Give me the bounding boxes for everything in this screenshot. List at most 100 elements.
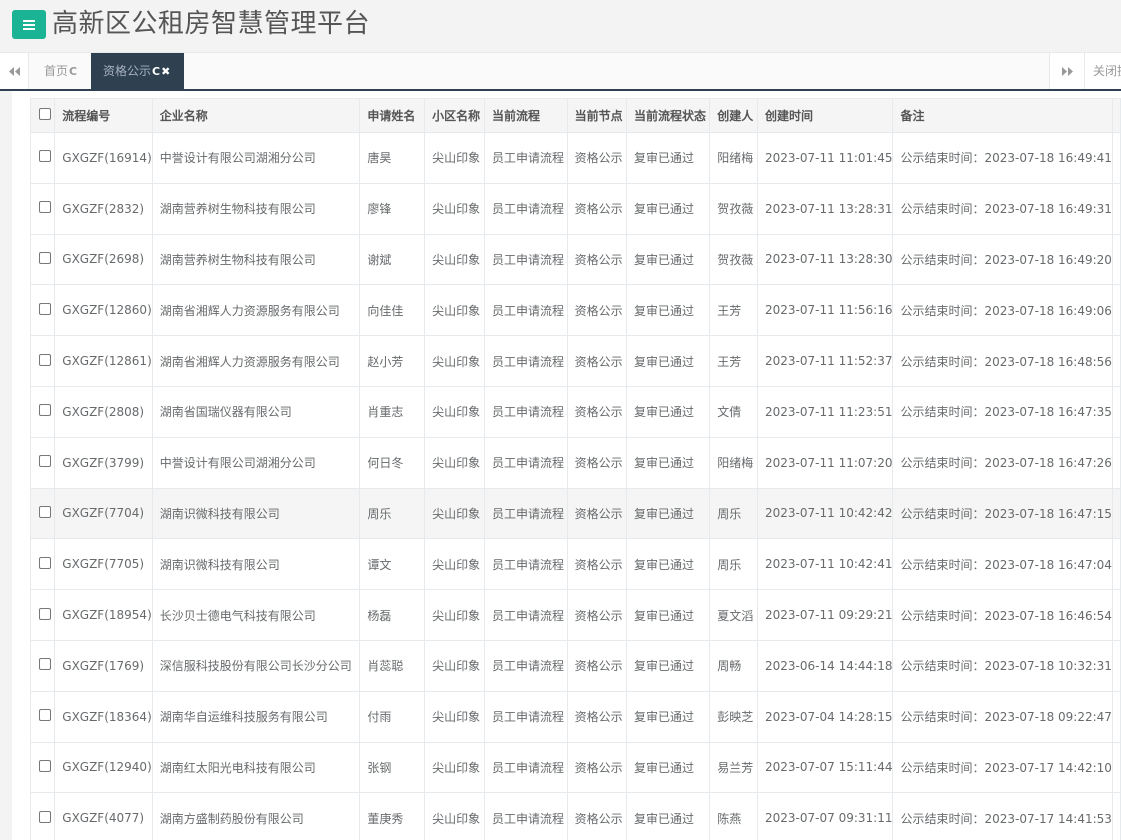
row-select-cell <box>29 589 56 641</box>
column-header[interactable]: 企业名称 <box>151 98 361 133</box>
row-checkbox[interactable] <box>39 302 51 315</box>
table-cell: 付雨 <box>359 690 426 743</box>
table-row[interactable]: GXGZF(2808) 湖南省国瑞仪器有限公司 肖重志 尖山印象 员工申请流程 资格公示复… <box>29 385 1121 438</box>
table-cell: 资格公示 <box>566 690 627 743</box>
table-cell: 湖南省国瑞仪器有限公司 <box>151 385 361 438</box>
column-header[interactable]: 当前流程状态 <box>625 98 711 133</box>
tab-qualification-notice[interactable]: 资格公示C✖ <box>91 53 184 89</box>
tab-home[interactable]: 首页C <box>30 53 91 89</box>
row-checkbox[interactable] <box>39 505 51 518</box>
table-cell: 员工申请流程 <box>483 233 568 286</box>
row-checkbox[interactable] <box>39 150 51 163</box>
row-checkbox[interactable] <box>39 607 51 620</box>
row-select-cell <box>29 233 56 286</box>
row-checkbox[interactable] <box>39 353 51 366</box>
column-header[interactable]: 申请姓名 <box>359 98 426 133</box>
table-cell: 复审已通过 <box>625 741 711 794</box>
table-header-row: 流程编号 企业名称 申请姓名 小区名称 当前流程 当前节点 当前流程状态 创建人… <box>29 98 1121 133</box>
table-cell: 复审已通过 <box>625 589 711 641</box>
table-cell: GXGZF(2832) <box>54 182 153 235</box>
table-row[interactable]: GXGZF(7704) 湖南识微科技有限公司 周乐 尖山印象 员工申请流程 资格公示 复审已… <box>29 487 1121 540</box>
table-cell: 员工申请流程 <box>483 284 568 337</box>
refresh-icon[interactable]: C <box>69 65 77 78</box>
table-cell: 2023-07-11 11:56:16 <box>757 284 894 337</box>
table-cell: 尖山印象 <box>424 690 485 743</box>
row-select-cell <box>29 385 56 438</box>
close-operations-button[interactable]: 关闭操作 <box>1084 53 1121 89</box>
menu-toggle-button[interactable] <box>12 10 46 39</box>
column-header[interactable]: 当前节点 <box>566 98 627 133</box>
table-row[interactable]: GXGZF(7705) 湖南识微科技有限公司 谭文 尖山印象 员工申请流程 资格公示 复审已… <box>29 538 1121 591</box>
table-cell: 中誉设计有限公司湖湘分公司 <box>151 132 361 184</box>
row-checkbox[interactable] <box>39 810 51 823</box>
table-cell: 2023-07-04 14:28:15 <box>757 690 894 743</box>
table-cell: 2023-07-11 11:52:37 <box>757 335 894 387</box>
select-all-checkbox[interactable] <box>39 108 51 120</box>
table-row[interactable]: GXGZF(18364) 湖南华自运维科技服务有限公司 付雨 尖山印象 员工申请流程 资格… <box>29 690 1121 743</box>
table-row[interactable]: GXGZF(16914) 中誉设计有限公司湖湘分公司 唐昊 尖山印象 员工申请流程 资格公… <box>29 132 1121 184</box>
column-header[interactable]: 备注 <box>892 98 1113 133</box>
table-cell-extra <box>1111 792 1121 840</box>
table-row[interactable]: GXGZF(12940) 湖南红太阳光电科技有限公司 张钢 尖山印象 员工申请流程 资格公… <box>29 741 1121 794</box>
row-checkbox[interactable] <box>39 556 51 569</box>
table-cell: 2023-07-11 10:42:41 <box>757 538 894 591</box>
table-cell: 张钢 <box>359 741 426 794</box>
table-cell: 董庚秀 <box>359 792 426 840</box>
tab-home-label: 首页 <box>44 64 69 78</box>
table-cell: 2023-07-11 09:29:21 <box>757 589 894 641</box>
table-cell: 肖蕊聪 <box>359 639 426 692</box>
row-select-cell <box>29 487 56 540</box>
table-row[interactable]: GXGZF(3799) 中誉设计有限公司湖湘分公司 何日冬 尖山印象 员工申请流程 资格公… <box>29 436 1121 489</box>
table-row[interactable]: GXGZF(12860) 湖南省湘辉人力资源服务有限公司 向佳佳 尖山印象 员工申请流程… <box>29 284 1121 337</box>
table-cell: 资格公示 <box>566 132 627 184</box>
table-cell: GXGZF(12861) <box>54 335 153 387</box>
table-row[interactable]: GXGZF(2832) 湖南营养树生物科技有限公司 廖锋 尖山印象 员工申请流程 资格公示… <box>29 182 1121 235</box>
table-cell: 员工申请流程 <box>483 436 568 489</box>
table-row[interactable]: GXGZF(12861) 湖南省湘辉人力资源服务有限公司 赵小芳 尖山印象 员工申请流程… <box>29 335 1121 387</box>
row-checkbox[interactable] <box>39 709 51 722</box>
table-cell: 公示结束时间：2023-07-18 09:22:47 <box>892 690 1113 743</box>
row-checkbox[interactable] <box>39 759 51 772</box>
column-header[interactable]: 创建人 <box>709 98 759 133</box>
column-header[interactable]: 小区名称 <box>424 98 485 133</box>
table-row[interactable]: GXGZF(18954) 长沙贝士德电气科技有限公司 杨磊 尖山印象 员工申请流程 资格公… <box>29 589 1121 641</box>
close-icon[interactable]: ✖ <box>161 65 170 78</box>
table-cell: GXGZF(12860) <box>54 284 153 337</box>
table-row[interactable]: GXGZF(4077) 湖南方盛制药股份有限公司 董庚秀 尖山印象 员工申请流程 资格公示… <box>29 792 1121 840</box>
table-cell: 阳绪梅 <box>709 132 759 184</box>
table-cell: 资格公示 <box>566 385 627 438</box>
table-cell: 复审已通过 <box>625 436 711 489</box>
refresh-icon[interactable]: C <box>152 65 160 78</box>
row-select-cell <box>29 284 56 337</box>
table-cell: 员工申请流程 <box>483 690 568 743</box>
table-cell: 尖山印象 <box>424 284 485 337</box>
row-select-cell <box>29 182 56 235</box>
row-select-cell <box>29 132 56 184</box>
tab-bar: 首页C 资格公示C✖ 关闭操作 <box>0 53 1121 91</box>
table-cell: 周乐 <box>709 487 759 540</box>
table-cell: GXGZF(3799) <box>54 436 153 489</box>
table-cell: 公示结束时间：2023-07-17 14:42:10 <box>892 741 1113 794</box>
table-cell: 廖锋 <box>359 182 426 235</box>
tab-scroll-left-button[interactable] <box>0 53 29 89</box>
row-checkbox[interactable] <box>39 404 51 417</box>
table-cell: 复审已通过 <box>625 284 711 337</box>
table-cell: 公示结束时间：2023-07-18 16:47:04 <box>892 538 1113 591</box>
row-checkbox[interactable] <box>39 455 51 468</box>
column-header[interactable]: 创建时间 <box>757 98 894 133</box>
table-cell: 复审已通过 <box>625 385 711 438</box>
column-header[interactable]: 当前流程 <box>483 98 568 133</box>
tab-scroll-right-button[interactable] <box>1049 53 1084 89</box>
table-cell-extra <box>1111 589 1121 641</box>
row-checkbox[interactable] <box>39 201 51 214</box>
table-cell: 资格公示 <box>566 487 627 540</box>
table-cell: 员工申请流程 <box>483 639 568 692</box>
table-cell: GXGZF(7705) <box>54 538 153 591</box>
column-header[interactable]: 流程编号 <box>54 98 153 133</box>
table-row[interactable]: GXGZF(1769) 深信服科技股份有限公司长沙分公司 肖蕊聪 尖山印象 员工申请流程… <box>29 639 1121 692</box>
row-checkbox[interactable] <box>39 658 51 671</box>
row-checkbox[interactable] <box>39 251 51 264</box>
table-cell: GXGZF(2808) <box>54 385 153 438</box>
table-cell-extra <box>1111 741 1121 794</box>
table-row[interactable]: GXGZF(2698) 湖南营养树生物科技有限公司 谢斌 尖山印象 员工申请流程 资格公示… <box>29 233 1121 286</box>
